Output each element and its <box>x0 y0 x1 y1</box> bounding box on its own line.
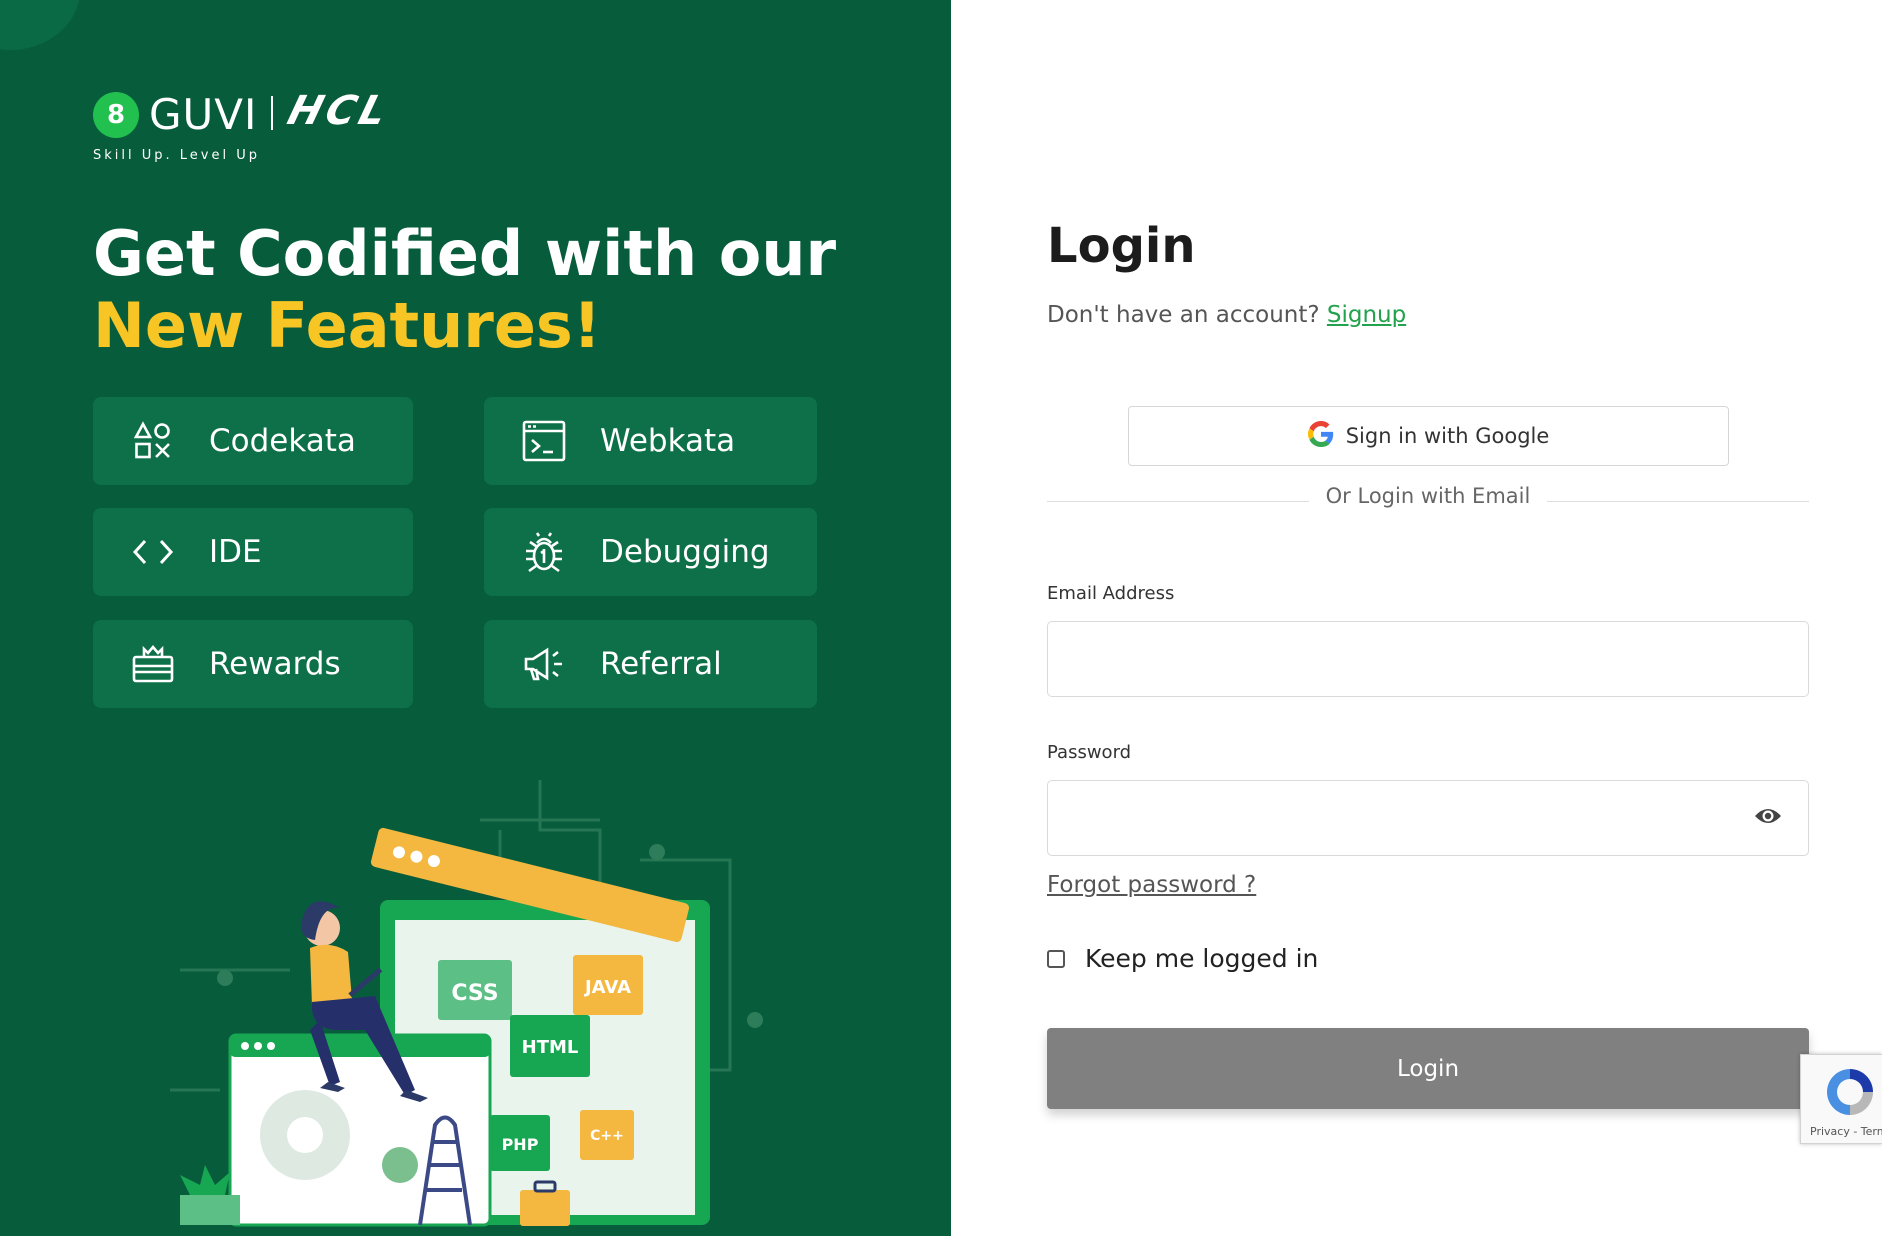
terminal-window-icon <box>522 419 566 463</box>
feature-webkata[interactable]: Webkata <box>484 397 817 485</box>
feature-label: Rewards <box>209 646 341 682</box>
signup-prompt: Don't have an account? Signup <box>1047 302 1406 328</box>
tag-java: JAVA <box>583 977 631 998</box>
login-panel: Login Don't have an account? Signup Sign… <box>951 0 1882 1236</box>
feature-codekata[interactable]: Codekata <box>93 397 413 485</box>
coding-illustration: CSS JAVA HTML PHP C++ <box>170 770 790 1236</box>
bug-icon <box>522 530 566 574</box>
hcl-wordmark: HCL <box>282 88 396 134</box>
recaptcha-footer: Privacy - Terms <box>1810 1125 1882 1138</box>
tag-html: HTML <box>522 1037 579 1058</box>
feature-label: IDE <box>209 534 262 570</box>
no-account-text: Don't have an account? <box>1047 302 1327 328</box>
feature-rewards[interactable]: Rewards <box>93 620 413 708</box>
feature-label: Codekata <box>209 423 356 459</box>
google-signin-button[interactable]: Sign in with Google <box>1128 406 1729 466</box>
keep-logged-in-checkbox[interactable] <box>1047 949 1065 968</box>
feature-label: Webkata <box>600 423 736 459</box>
decorative-blob <box>0 0 80 50</box>
keep-logged-in[interactable]: Keep me logged in <box>1047 944 1318 973</box>
signup-link[interactable]: Signup <box>1327 302 1406 328</box>
code-brackets-icon <box>131 530 175 574</box>
megaphone-icon <box>522 642 566 686</box>
eye-icon[interactable] <box>1754 806 1782 826</box>
login-button[interactable]: Login <box>1047 1028 1809 1109</box>
hero-headline: Get Codified with our New Features! <box>93 218 893 362</box>
tag-cpp: C++ <box>590 1128 624 1144</box>
divider-rule-right <box>1547 501 1809 502</box>
google-button-label: Sign in with Google <box>1345 424 1550 448</box>
forgot-password-link[interactable]: Forgot password ? <box>1047 872 1256 898</box>
login-title: Login <box>1047 218 1196 274</box>
gift-box-icon <box>131 642 175 686</box>
brand-tagline: Skill Up. Level Up <box>93 148 260 163</box>
feature-label: Debugging <box>600 534 770 570</box>
email-label: Email Address <box>1047 583 1175 604</box>
recaptcha-icon <box>1823 1065 1877 1119</box>
logo-divider <box>271 96 273 130</box>
google-icon <box>1307 421 1334 451</box>
password-field[interactable] <box>1047 780 1809 856</box>
or-divider: Or Login with Email <box>1047 484 1809 514</box>
feature-referral[interactable]: Referral <box>484 620 817 708</box>
or-login-text: Or Login with Email <box>1325 484 1531 508</box>
feature-label: Referral <box>600 646 722 682</box>
headline-highlight: New Features! <box>93 289 602 362</box>
guvi-wordmark: GUVI <box>149 90 258 139</box>
feature-debugging[interactable]: Debugging <box>484 508 817 596</box>
keep-logged-in-label: Keep me logged in <box>1085 944 1319 973</box>
recaptcha-badge[interactable]: Privacy - Terms <box>1800 1054 1882 1144</box>
feature-ide[interactable]: IDE <box>93 508 413 596</box>
shapes-icon <box>131 419 175 463</box>
email-field[interactable] <box>1047 621 1809 697</box>
headline-main: Get Codified with our <box>93 217 837 290</box>
tag-php: PHP <box>502 1135 539 1154</box>
tag-css: CSS <box>451 981 498 1006</box>
guvi-logo-icon: 8 <box>93 92 139 138</box>
promo-panel: 8 GUVI HCL Skill Up. Level Up Get Codifi… <box>0 0 951 1236</box>
brand-logo[interactable]: 8 GUVI HCL Skill Up. Level Up <box>93 88 493 170</box>
password-label: Password <box>1047 742 1132 763</box>
